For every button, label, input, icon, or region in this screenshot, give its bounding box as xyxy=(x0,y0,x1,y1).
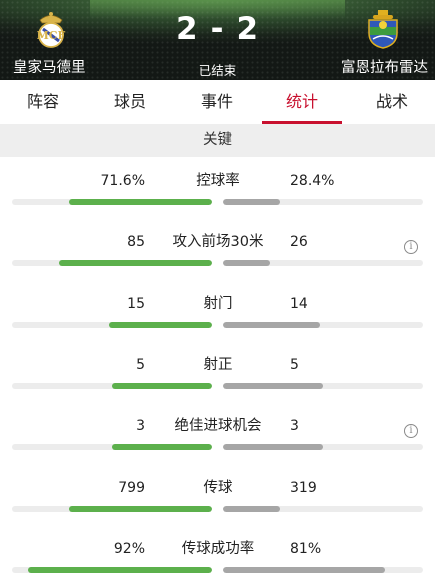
score-separator: - xyxy=(210,11,225,47)
away-stat-value: 5 xyxy=(290,357,299,373)
match-header: MCF 2-2 皇家马德里 已结束 富恩拉布雷达 xyxy=(0,0,435,80)
away-stat-bar-track xyxy=(223,567,423,573)
away-stat-bar xyxy=(223,199,280,205)
away-stat-value: 26 xyxy=(290,234,308,250)
section-header-key: 关键 xyxy=(0,124,435,157)
match-tabs: 阵容 球员 事件 统计 战术 xyxy=(0,80,435,124)
away-stat-bar xyxy=(223,260,270,266)
away-stat-bar xyxy=(223,506,280,512)
away-stat-value: 14 xyxy=(290,296,308,312)
info-icon[interactable]: i xyxy=(404,424,418,438)
away-stat-value: 3 xyxy=(290,418,299,434)
home-stat-bar xyxy=(112,383,212,389)
away-stat-bar-track xyxy=(223,260,423,266)
stat-label: 传球 xyxy=(203,480,233,496)
home-stat-bar-track xyxy=(12,260,212,266)
home-stat-bar-track xyxy=(12,444,212,450)
info-icon[interactable]: i xyxy=(404,240,418,254)
stat-row-final-third-entries: 85 攻入前场30米 26 i xyxy=(0,232,435,294)
stat-row-pass-accuracy: 92% 传球成功率 81% xyxy=(0,539,435,585)
away-stat-bar-track xyxy=(223,506,423,512)
home-stat-bar xyxy=(58,260,212,266)
stat-row-shots: 15 射门 14 xyxy=(0,294,435,356)
stat-row-passes: 799 传球 319 xyxy=(0,478,435,540)
stat-row-possession: 71.6% 控球率 28.4% xyxy=(0,171,435,233)
home-stat-bar xyxy=(69,506,212,512)
stat-label: 传球成功率 xyxy=(181,541,255,557)
match-stats-screen: MCF 2-2 皇家马德里 已结束 富恩拉布雷达 阵容 球员 事件 统计 战术 … xyxy=(0,0,435,585)
away-stat-bar-track xyxy=(223,322,423,328)
home-stat-bar xyxy=(108,322,212,328)
home-stat-bar-track xyxy=(12,506,212,512)
away-stat-bar-track xyxy=(223,444,423,450)
away-stat-bar-track xyxy=(223,199,423,205)
stat-label: 绝佳进球机会 xyxy=(174,418,262,434)
tab-players[interactable]: 球员 xyxy=(90,80,170,124)
away-stat-bar xyxy=(223,322,320,328)
stat-label: 控球率 xyxy=(196,173,240,189)
away-stat-bar xyxy=(223,383,323,389)
home-stat-bar xyxy=(28,567,212,573)
tab-events[interactable]: 事件 xyxy=(177,80,257,124)
home-stat-bar xyxy=(68,199,212,205)
away-stat-value: 81% xyxy=(290,541,322,557)
stat-label: 射正 xyxy=(203,357,233,373)
away-score: 2 xyxy=(236,11,260,47)
home-stat-bar xyxy=(112,444,212,450)
stat-row-big-chances: 3 绝佳进球机会 3 i xyxy=(0,416,435,478)
away-team-name[interactable]: 富恩拉布雷达 xyxy=(341,56,428,77)
away-stat-bar xyxy=(223,567,385,573)
stat-row-shots-on-target: 5 射正 5 xyxy=(0,355,435,417)
away-stat-value: 319 xyxy=(290,480,317,496)
tab-stats[interactable]: 统计 xyxy=(262,80,342,124)
stat-label: 攻入前场30米 xyxy=(172,234,264,250)
home-stat-bar-track xyxy=(12,199,212,205)
away-stat-bar-track xyxy=(223,383,423,389)
home-stat-bar-track xyxy=(12,567,212,573)
away-stat-bar xyxy=(223,444,323,450)
stat-label: 射门 xyxy=(203,296,233,312)
tab-tactics[interactable]: 战术 xyxy=(352,80,432,124)
away-stat-value: 28.4% xyxy=(290,173,335,189)
scoreline: 2-2 xyxy=(0,11,435,47)
tab-lineup[interactable]: 阵容 xyxy=(3,80,83,124)
home-stat-bar-track xyxy=(12,383,212,389)
home-score: 2 xyxy=(175,11,199,47)
home-stat-bar-track xyxy=(12,322,212,328)
